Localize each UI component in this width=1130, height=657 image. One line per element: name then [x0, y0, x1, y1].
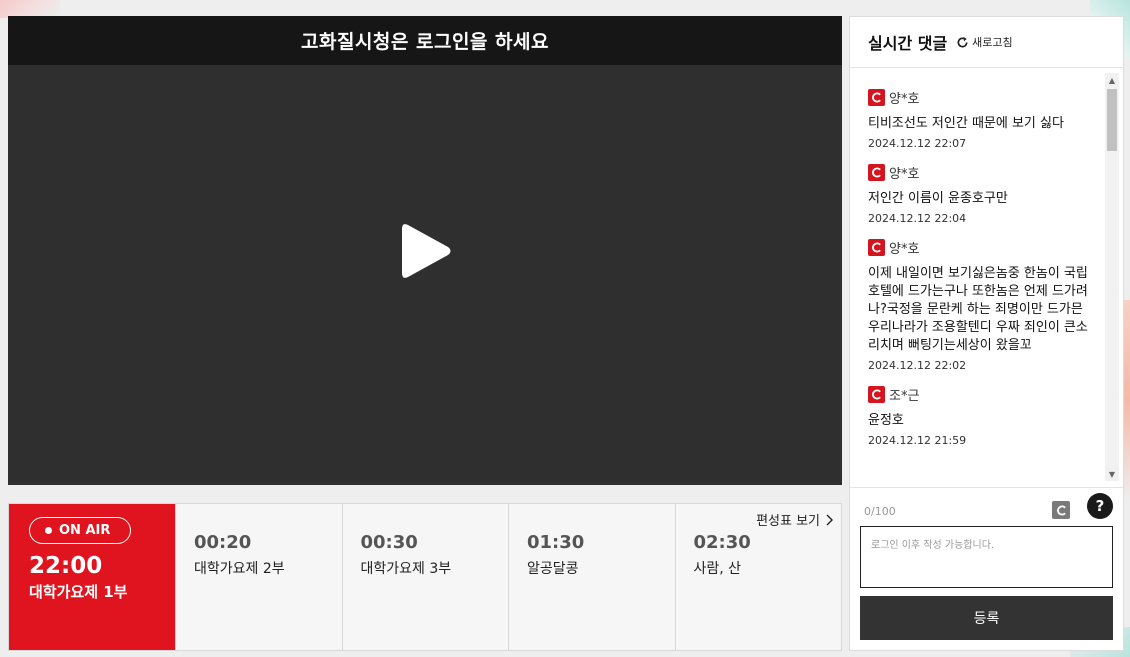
schedule-slot[interactable]: 00:30 대학가요제 3부 — [341, 504, 509, 650]
channel-logo-icon — [868, 164, 885, 181]
comment-form: 0/100 ? 등록 — [850, 487, 1123, 652]
video-player[interactable]: 고화질시청은 로그인을 하세요 — [8, 16, 842, 485]
schedule-slot[interactable]: 00:20 대학가요제 2부 — [175, 504, 342, 650]
comment-user: 양*호 — [868, 88, 1105, 107]
comment-user: 조*근 — [868, 385, 1105, 404]
slot-time: 00:30 — [360, 532, 418, 553]
live-dot-icon — [45, 527, 52, 534]
comment-item: 양*호 티비조선도 저인간 때문에 보기 싫다 2024.12.12 22:07 — [868, 88, 1105, 150]
slot-time: 01:30 — [527, 532, 585, 553]
channel-logo-icon — [1052, 501, 1070, 519]
chevron-right-icon — [826, 514, 833, 525]
comment-text: 저인간 이름이 윤종호구만 — [868, 191, 1008, 206]
submit-button[interactable]: 등록 — [860, 596, 1113, 640]
slot-time: 02:30 — [693, 532, 751, 553]
on-air-time: 22:00 — [29, 553, 103, 579]
on-air-label: ON AIR — [59, 523, 111, 538]
comment-input[interactable] — [860, 526, 1113, 588]
channel-logo-icon — [868, 89, 885, 106]
schedule-strip: ON AIR 22:00 대학가요제 1부 00:20 대학가요제 2부 00:… — [8, 503, 842, 651]
slot-time: 00:20 — [194, 532, 252, 553]
comment-date: 2024.12.12 21:59 — [868, 434, 967, 447]
comment-item: 양*호 저인간 이름이 윤종호구만 2024.12.12 22:04 — [868, 163, 1105, 225]
comment-item: 양*호 이제 내일이면 보기싫은놈중 한놈이 국립호텔에 드가는구나 또한놈은 … — [868, 238, 1105, 372]
comment-date: 2024.12.12 22:02 — [868, 359, 967, 372]
comment-text: 윤정호 — [868, 413, 904, 428]
scroll-thumb[interactable] — [1107, 89, 1117, 151]
comments-title: 실시간 댓글 — [868, 34, 948, 53]
schedule-slot[interactable]: 02:30 사람, 산 편성표 보기 — [674, 504, 842, 650]
comment-user: 양*호 — [868, 163, 1105, 182]
on-air-program[interactable]: ON AIR 22:00 대학가요제 1부 — [9, 504, 175, 650]
scroll-up-arrow-icon[interactable]: ▲ — [1105, 73, 1119, 87]
view-schedule-label: 편성표 보기 — [756, 514, 820, 529]
scroll-down-arrow-icon[interactable]: ▼ — [1105, 467, 1119, 481]
comment-text: 이제 내일이면 보기싫은놈중 한놈이 국립호텔에 드가는구나 또한놈은 언제 드… — [868, 266, 1088, 353]
comment-username: 조*근 — [889, 389, 920, 404]
login-banner[interactable]: 고화질시청은 로그인을 하세요 — [8, 16, 842, 65]
slot-title: 알공달콩 — [527, 561, 579, 577]
comment-username: 양*호 — [889, 242, 920, 257]
comment-item: 조*근 윤정호 2024.12.12 21:59 — [868, 385, 1105, 447]
refresh-label: 새로고침 — [972, 36, 1013, 49]
view-schedule-link[interactable]: 편성표 보기 — [756, 510, 833, 529]
play-button[interactable] — [398, 221, 452, 281]
on-air-title: 대학가요제 1부 — [29, 583, 128, 602]
refresh-icon — [957, 36, 968, 47]
slot-title: 대학가요제 2부 — [194, 561, 285, 577]
comment-username: 양*호 — [889, 92, 920, 107]
channel-logo-icon — [868, 386, 885, 403]
comment-list[interactable]: 양*호 티비조선도 저인간 때문에 보기 싫다 2024.12.12 22:07… — [850, 69, 1105, 484]
comment-text: 티비조선도 저인간 때문에 보기 싫다 — [868, 116, 1064, 131]
comment-date: 2024.12.12 22:04 — [868, 212, 967, 225]
refresh-button[interactable]: 새로고침 — [956, 34, 1013, 50]
on-air-badge: ON AIR — [29, 517, 132, 544]
live-comments-panel: 실시간 댓글 새로고침 양*호 티비조선도 저인간 때문에 보기 싫다 2024… — [849, 16, 1124, 651]
schedule-slot[interactable]: 01:30 알공달콩 — [508, 504, 675, 650]
play-icon — [402, 224, 451, 278]
slot-title: 사람, 산 — [693, 561, 742, 577]
char-counter: 0/100 — [864, 505, 896, 518]
comment-date: 2024.12.12 22:07 — [868, 137, 967, 150]
help-button[interactable]: ? — [1087, 493, 1113, 519]
slot-title: 대학가요제 3부 — [360, 561, 452, 577]
comment-scrollbar[interactable]: ▲ ▼ — [1105, 73, 1119, 481]
channel-logo-icon — [868, 239, 885, 256]
comments-header: 실시간 댓글 새로고침 — [850, 17, 1123, 68]
comment-username: 양*호 — [889, 167, 920, 182]
comment-user: 양*호 — [868, 238, 1105, 257]
